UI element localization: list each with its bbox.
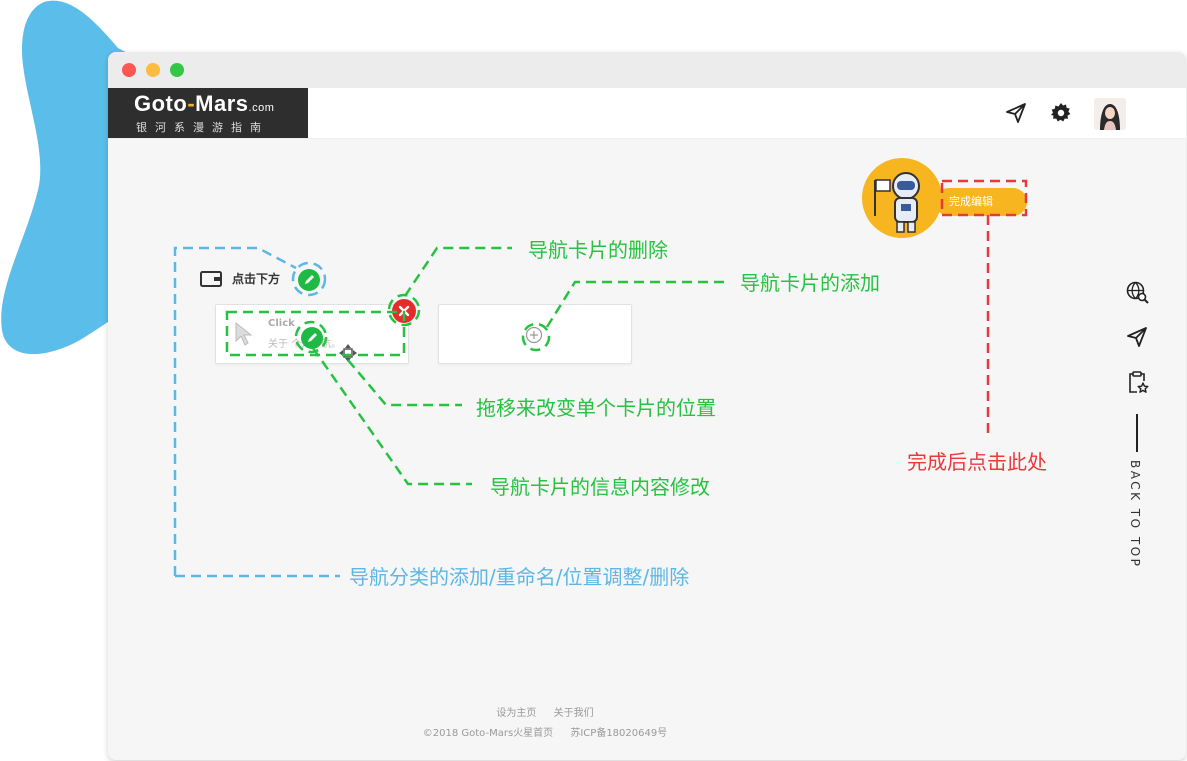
edit-card-button[interactable] xyxy=(301,327,323,349)
send-icon[interactable] xyxy=(1004,101,1028,125)
nav-card-title: Click xyxy=(268,318,295,329)
minimize-window-button[interactable] xyxy=(146,63,160,77)
clipboard-star-icon[interactable] xyxy=(1125,370,1149,394)
gear-icon[interactable] xyxy=(1049,101,1073,125)
annotation-drag-card: 拖移来改变单个卡片的位置 xyxy=(476,396,716,420)
set-homepage-link[interactable]: 设为主页 xyxy=(496,708,536,719)
globe-search-icon[interactable] xyxy=(1125,280,1149,304)
astronaut-mascot xyxy=(862,158,942,238)
category-header: 点击下方 xyxy=(200,270,280,287)
footer-copyright: ©2018 Goto-Mars火星首页 苏ICP备18020649号 xyxy=(108,724,1084,739)
pencil-icon xyxy=(308,333,317,342)
about-us-link[interactable]: 关于我们 xyxy=(554,708,594,719)
back-to-top-button[interactable]: BACK TO TOP xyxy=(1128,460,1142,568)
footer-links: 设为主页 关于我们 xyxy=(108,704,1084,719)
wallet-icon xyxy=(200,270,222,287)
edit-category-button[interactable] xyxy=(298,269,320,291)
finish-editing-button[interactable]: 完成编辑 xyxy=(935,188,1027,216)
category-title[interactable]: 点击下方 xyxy=(232,270,280,287)
delete-card-button[interactable] xyxy=(392,299,416,323)
logo-text: Goto-Mars.com xyxy=(134,91,275,116)
annotation-done-hint: 完成后点击此处 xyxy=(907,450,1047,474)
site-header: Goto-Mars.com 银河系漫游指南 xyxy=(108,88,1186,139)
astronaut-illustration xyxy=(874,172,920,233)
icp-number[interactable]: 苏ICP备18020649号 xyxy=(570,728,667,739)
annotation-category-ops: 导航分类的添加/重命名/位置调整/删除 xyxy=(349,565,690,589)
pencil-icon xyxy=(305,275,314,284)
annotation-add-card: 导航卡片的添加 xyxy=(740,271,880,295)
hand-cursor-icon xyxy=(235,321,253,346)
add-card[interactable] xyxy=(438,304,632,364)
logo-tagline: 银河系漫游指南 xyxy=(136,121,269,134)
close-window-button[interactable] xyxy=(122,63,136,77)
site-logo[interactable]: Goto-Mars.com 银河系漫游指南 xyxy=(108,88,308,138)
move-icon[interactable] xyxy=(337,342,359,364)
avatar[interactable] xyxy=(1094,98,1126,130)
copyright-text: ©2018 Goto-Mars火星首页 xyxy=(422,728,554,739)
annotation-edit-card: 导航卡片的信息内容修改 xyxy=(490,475,710,499)
maximize-window-button[interactable] xyxy=(170,63,184,77)
send-icon[interactable] xyxy=(1125,325,1149,349)
back-to-top-line xyxy=(1136,414,1138,452)
annotation-delete-card: 导航卡片的删除 xyxy=(528,238,668,262)
avatar-image xyxy=(1094,98,1126,130)
window-titlebar xyxy=(108,52,1186,88)
close-icon xyxy=(398,305,410,317)
add-icon xyxy=(525,326,543,344)
